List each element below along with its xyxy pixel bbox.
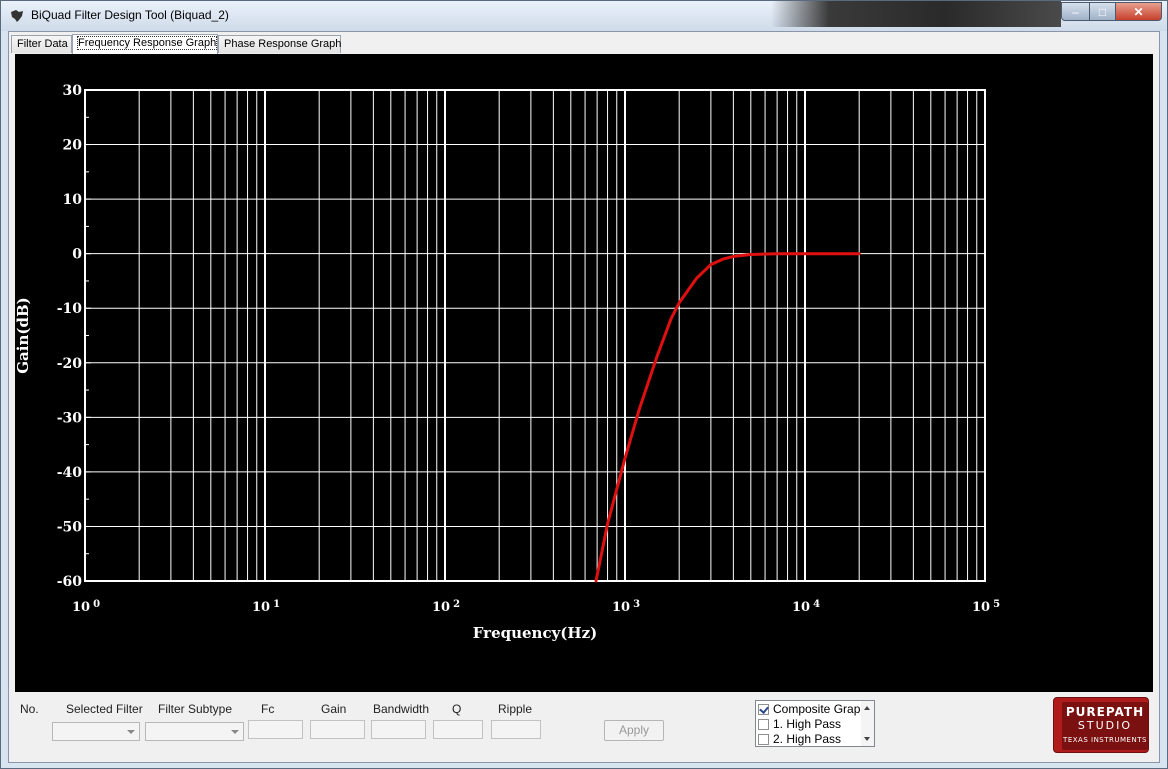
minimize-button[interactable]: – bbox=[1061, 2, 1090, 21]
window-title: BiQuad Filter Design Tool (Biquad_2) bbox=[31, 8, 229, 22]
list-item[interactable]: Composite Grap bbox=[758, 702, 860, 717]
filter-subtype-label: Filter Subtype bbox=[158, 702, 233, 716]
logo-line3: TEXAS INSTRUMENTS bbox=[1063, 736, 1147, 744]
fc-field[interactable] bbox=[248, 720, 303, 739]
bandwidth-field[interactable] bbox=[371, 720, 426, 739]
fc-label: Fc bbox=[261, 702, 275, 716]
frequency-response-chart: 3020100-10-20-30-40-50-6010 0 10 1 10 2 10 3 10 4… bbox=[15, 83, 1000, 642]
checkbox[interactable] bbox=[758, 719, 769, 730]
y-tick-label: -50 bbox=[57, 519, 83, 535]
chevron-down-icon bbox=[231, 730, 239, 734]
graph-selection-list[interactable]: Composite Grap 1. High Pass 2. High Pass bbox=[755, 700, 875, 747]
y-tick-label: -10 bbox=[57, 301, 83, 317]
filter-subtype-dropdown[interactable] bbox=[145, 722, 244, 741]
minimize-icon: – bbox=[1072, 4, 1079, 19]
y-tick-label: 30 bbox=[63, 83, 83, 99]
scroll-up-icon[interactable] bbox=[864, 706, 870, 710]
apply-button[interactable]: Apply bbox=[604, 720, 664, 741]
list-item[interactable]: 2. High Pass bbox=[758, 732, 842, 746]
title-bar-background bbox=[771, 1, 1061, 27]
chevron-down-icon bbox=[127, 730, 135, 734]
title-bar[interactable]: BiQuad Filter Design Tool (Biquad_2) – □… bbox=[1, 1, 1167, 31]
tab-filter-data[interactable]: Filter Data bbox=[11, 35, 72, 53]
logo-line1: PUREPATH bbox=[1065, 705, 1145, 719]
purepath-studio-logo: PUREPATH STUDIO TEXAS INSTRUMENTS bbox=[1053, 697, 1149, 753]
list-scrollbar[interactable] bbox=[861, 701, 874, 746]
x-tick-label: 10 0 bbox=[72, 599, 100, 615]
list-item[interactable]: 1. High Pass bbox=[758, 717, 841, 732]
y-tick-label: 10 bbox=[63, 192, 83, 208]
maximize-icon: □ bbox=[1098, 4, 1107, 19]
tab-label: Phase Response Graph bbox=[224, 38, 342, 50]
gain-field[interactable] bbox=[310, 720, 365, 739]
close-button[interactable]: ✕ bbox=[1115, 2, 1162, 21]
x-axis-label: Frequency(Hz) bbox=[473, 624, 597, 642]
q-label: Q bbox=[452, 702, 462, 716]
y-tick-label: -30 bbox=[57, 410, 83, 426]
plot-frame bbox=[84, 89, 986, 582]
x-tick-label: 10 5 bbox=[972, 599, 1000, 615]
frequency-response-graph: 30 20 10 0 -10 -20 -30 -40 -50 -60 10 0 10 1 10 2 10 3 10 4… bbox=[15, 54, 1153, 692]
tab-label: Filter Data bbox=[17, 38, 68, 50]
ti-logo-icon bbox=[11, 10, 23, 22]
no-label: No. bbox=[20, 702, 39, 716]
list-item-label: 2. High Pass bbox=[773, 732, 842, 746]
y-axis-label: Gain(dB) bbox=[15, 297, 32, 374]
x-tick-label: 10 1 bbox=[252, 599, 280, 615]
y-tick-label: -60 bbox=[57, 574, 83, 590]
list-item-label: Composite Grap bbox=[773, 702, 861, 716]
tab-label: Frequency Response Graph bbox=[76, 36, 218, 50]
checkbox[interactable] bbox=[758, 734, 769, 745]
y-tick-label: -40 bbox=[57, 465, 83, 481]
app-window: BiQuad Filter Design Tool (Biquad_2) – □… bbox=[0, 0, 1168, 769]
list-item-label: 1. High Pass bbox=[773, 717, 842, 731]
logo-line2: STUDIO bbox=[1077, 719, 1133, 732]
filter-parameter-panel: No. Selected Filter Filter Subtype Fc Ga… bbox=[9, 692, 1159, 762]
y-tick-label: 0 bbox=[72, 247, 82, 263]
checkbox-checked[interactable] bbox=[758, 704, 769, 715]
y-tick-label: 20 bbox=[63, 138, 83, 154]
x-tick-label: 10 4 bbox=[792, 599, 820, 615]
gain-label: Gain bbox=[321, 702, 347, 716]
selected-filter-label: Selected Filter bbox=[66, 702, 143, 716]
selected-filter-dropdown[interactable] bbox=[52, 722, 140, 741]
client-area: Filter Data Frequency Response Graph Pha… bbox=[8, 31, 1160, 763]
ripple-field[interactable] bbox=[491, 720, 541, 739]
maximize-button[interactable]: □ bbox=[1089, 2, 1116, 21]
y-tick-label: -20 bbox=[57, 356, 83, 372]
x-tick-label: 10 2 bbox=[432, 599, 460, 615]
close-icon: ✕ bbox=[1133, 4, 1144, 19]
x-tick-label: 10 3 bbox=[612, 599, 640, 615]
tab-frequency-response-graph[interactable]: Frequency Response Graph bbox=[72, 34, 218, 55]
bandwidth-label: Bandwidth bbox=[373, 702, 430, 716]
ripple-label: Ripple bbox=[498, 702, 533, 716]
scroll-down-icon[interactable] bbox=[864, 737, 870, 741]
tab-phase-response-graph[interactable]: Phase Response Graph bbox=[218, 35, 341, 53]
q-field[interactable] bbox=[433, 720, 483, 739]
